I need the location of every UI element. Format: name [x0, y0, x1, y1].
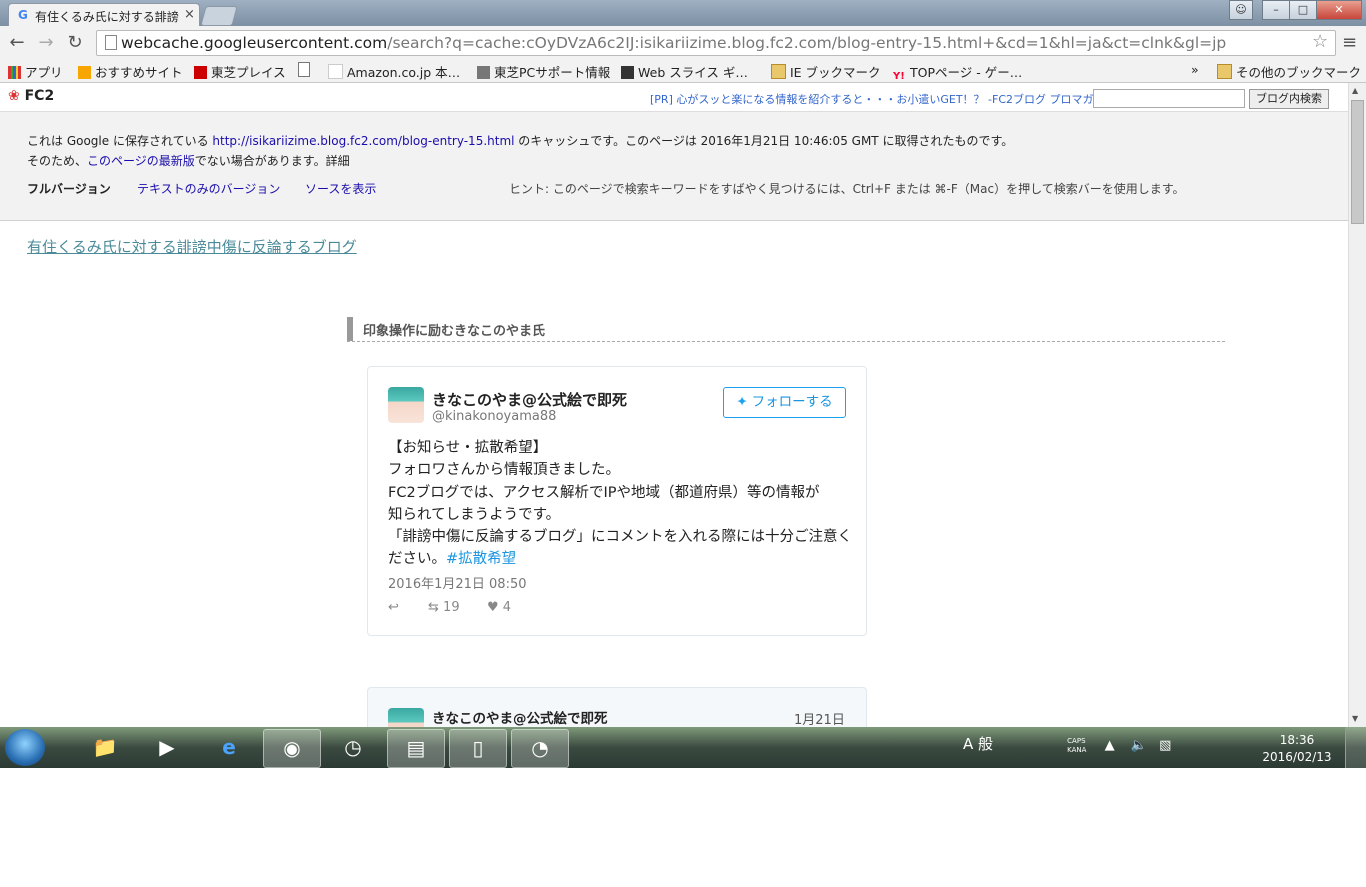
- amazon-icon: [328, 64, 343, 79]
- media-player-icon[interactable]: ▶: [139, 729, 195, 766]
- url-path: /search?q=cache:cOyDVzA6c2IJ:isikariizim…: [387, 34, 1227, 52]
- reply-icon[interactable]: ↩: [388, 600, 399, 615]
- view-source-link[interactable]: ソースを表示: [305, 180, 376, 197]
- internet-explorer-icon[interactable]: e: [201, 729, 257, 766]
- bookmark-favicon-icon: [78, 66, 91, 79]
- entry-header: 印象操作に励むきなこのやま氏: [347, 317, 1225, 342]
- hashtag-link[interactable]: #拡散希望: [446, 551, 516, 567]
- address-bar[interactable]: webcache.googleusercontent.com/search?q=…: [96, 30, 1336, 56]
- retweet-icon: ⇆: [428, 600, 439, 615]
- full-version-tab[interactable]: フルバージョン: [27, 180, 111, 197]
- clock-app-icon[interactable]: ◷: [325, 729, 381, 766]
- blog-search-input[interactable]: [1093, 89, 1245, 108]
- embedded-tweet: きなこのやま@公式絵で即死 @kinakonoyama88 ✦ フォローする 【お…: [367, 366, 867, 636]
- caps-kana-indicator: CAPS KANA: [1067, 736, 1087, 754]
- chrome-icon[interactable]: ◉: [263, 729, 321, 768]
- bookmark-blank[interactable]: [298, 62, 314, 78]
- browser-tab-active[interactable]: G 有住くるみ氏に対する誹謗 ×: [8, 3, 200, 27]
- back-arrow-icon[interactable]: ←: [6, 32, 28, 53]
- bookmark-star-icon[interactable]: ☆: [1312, 31, 1328, 52]
- tweet-text: 【お知らせ・拡散希望】 フォロワさんから情報頂きました。 FC2ブログでは、アク…: [388, 440, 852, 568]
- bookmark-yahoo[interactable]: Y! TOPページ - ゲー…: [893, 62, 1022, 84]
- tab-title: 有住くるみ氏に対する誹謗: [35, 10, 179, 24]
- reload-icon[interactable]: ↻: [64, 32, 86, 53]
- menu-icon[interactable]: ≡: [1342, 32, 1357, 53]
- folder-icon: [1217, 64, 1232, 79]
- details-link[interactable]: 詳細: [326, 154, 350, 168]
- system-tray: A 般 CAPS KANA ▲ 🔈 ▧: [945, 733, 1171, 761]
- explorer-icon[interactable]: 📁: [77, 729, 133, 766]
- bookmark-apps[interactable]: アプリ: [8, 62, 63, 81]
- bookmark-ie-folder[interactable]: IE ブックマーク: [771, 62, 881, 81]
- bookmarks-overflow-button[interactable]: »: [1191, 62, 1199, 77]
- cache-note-line: そのため、このページの最新版でない場合があります。詳細: [27, 154, 350, 168]
- cached-url-link[interactable]: http://isikariizime.blog.fc2.com/blog-en…: [212, 134, 514, 148]
- clock-date: 2016/02/13: [1262, 750, 1332, 764]
- start-button[interactable]: [5, 729, 45, 766]
- entry-header-bar: [347, 317, 353, 341]
- close-window-button[interactable]: ✕: [1316, 0, 1362, 20]
- show-desktop-button[interactable]: [1345, 727, 1366, 768]
- bookmark-amazon[interactable]: Amazon.co.jp 本…: [328, 62, 460, 81]
- like-button[interactable]: ♥ 4: [487, 600, 511, 615]
- blog-title-link[interactable]: 有住くるみ氏に対する誹謗中傷に反論するブログ: [27, 236, 357, 257]
- paint-app-icon[interactable]: ◔: [511, 729, 569, 768]
- clock-time: 18:36: [1279, 733, 1315, 747]
- twitter-bird-icon: ✦: [736, 394, 748, 410]
- retweet-button[interactable]: ⇆ 19: [428, 600, 460, 615]
- fc2-logo[interactable]: ❀ FC2: [8, 88, 54, 104]
- new-tab-button[interactable]: [200, 6, 238, 26]
- folder-icon: [771, 64, 786, 79]
- avatar[interactable]: [388, 708, 424, 728]
- blog-search-button[interactable]: ブログ内検索: [1249, 89, 1329, 109]
- tweet-author-name[interactable]: きなこのやま@公式絵で即死: [432, 707, 608, 727]
- bookmark-favicon-icon: [194, 66, 207, 79]
- tweet-author-handle[interactable]: @kinakonoyama88: [432, 409, 556, 424]
- apps-grid-icon: [8, 66, 21, 79]
- scroll-down-arrow-icon[interactable]: ▼: [1352, 714, 1358, 723]
- user-icon[interactable]: ☺: [1229, 0, 1253, 20]
- bookmark-osusume[interactable]: おすすめサイト: [78, 62, 183, 81]
- taskbar-clock[interactable]: 18:36 2016/02/13: [1255, 732, 1339, 766]
- minimize-button[interactable]: –: [1262, 0, 1290, 20]
- bookmark-toshiba-support[interactable]: 東芝PCサポート情報: [477, 62, 610, 81]
- tweet-author-name[interactable]: きなこのやま@公式絵で即死: [432, 389, 627, 410]
- text-only-version-link[interactable]: テキストのみのバージョン: [137, 180, 280, 197]
- url-host: webcache.googleusercontent.com: [121, 34, 388, 52]
- cache-info-line: これは Google に保存されている http://isikariizime.…: [27, 134, 1014, 148]
- google-favicon-icon: G: [18, 8, 28, 22]
- sticky-notes-icon[interactable]: ▤: [387, 729, 445, 768]
- show-hidden-icons-icon[interactable]: ▲: [1105, 738, 1115, 753]
- close-tab-icon[interactable]: ×: [184, 7, 195, 22]
- entry-title: 印象操作に励むきなこのやま氏: [363, 324, 546, 339]
- retweet-count: 19: [443, 600, 460, 615]
- page-icon: [298, 62, 310, 77]
- avatar[interactable]: [388, 387, 424, 423]
- volume-icon[interactable]: 🔈: [1131, 738, 1147, 753]
- scroll-up-arrow-icon[interactable]: ▲: [1352, 86, 1358, 95]
- bookmark-webslice[interactable]: Web スライス ギ…: [621, 62, 748, 81]
- search-hint: ヒント: このページで検索キーワードをすばやく見つけるには、Ctrl+F または…: [509, 182, 1185, 196]
- bookmark-favicon-icon: [477, 66, 490, 79]
- embedded-tweet: きなこのやま@公式絵で即死 1月21日: [367, 687, 867, 728]
- fc2-fox-icon: ❀: [8, 88, 20, 104]
- network-icon[interactable]: ▧: [1159, 738, 1171, 753]
- tweet-date[interactable]: 2016年1月21日 08:50: [388, 573, 527, 592]
- fc2-pr-link[interactable]: [PR] 心がスッと楽になる情報を紹介すると・・・お小遣いGET！？ -FC2ブ…: [650, 91, 1094, 107]
- follow-button[interactable]: ✦ フォローする: [723, 387, 846, 418]
- like-count: 4: [502, 600, 512, 615]
- ime-toolbar[interactable]: A 般: [963, 735, 993, 753]
- forward-arrow-icon[interactable]: →: [35, 32, 57, 53]
- tweet-date[interactable]: 1月21日: [794, 709, 845, 728]
- scrollbar-thumb[interactable]: [1351, 100, 1364, 224]
- other-bookmarks[interactable]: その他のブックマーク: [1217, 62, 1361, 81]
- bookmarks-bar: アプリ おすすめサイト 東芝プレイス Amazon.co.jp 本… 東芝PCサ…: [0, 60, 1366, 83]
- bookmark-toshiba-place[interactable]: 東芝プレイス: [194, 62, 286, 81]
- bookmark-favicon-icon: [621, 66, 634, 79]
- heart-icon: ♥: [487, 600, 499, 615]
- snipping-tool-icon[interactable]: ▯: [449, 729, 507, 768]
- maximize-button[interactable]: □: [1289, 0, 1317, 20]
- latest-version-link[interactable]: このページの最新版: [87, 154, 195, 168]
- page-icon: [105, 35, 117, 50]
